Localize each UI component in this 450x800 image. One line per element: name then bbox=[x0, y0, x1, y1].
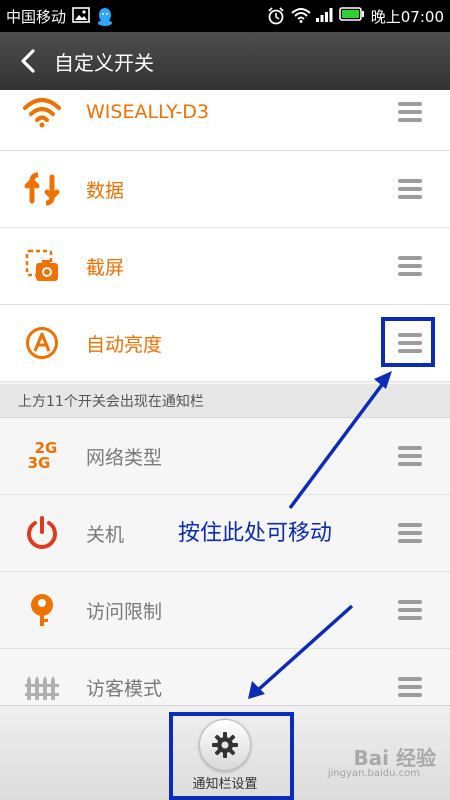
toggle-label: 关机 bbox=[86, 523, 125, 546]
toggle-label: 截屏 bbox=[86, 256, 125, 279]
signal-icon bbox=[315, 7, 333, 25]
back-button[interactable] bbox=[14, 47, 42, 75]
toggle-row-data[interactable]: 数据 bbox=[0, 151, 450, 228]
annotation-text: 按住此处可移动 bbox=[178, 521, 333, 546]
key-icon bbox=[22, 590, 62, 630]
section-caption: 上方11个开关会出现在通知栏 bbox=[0, 384, 450, 418]
title-bar: 自定义开关 bbox=[0, 32, 450, 90]
status-bar: 中国移动 晚上07:00 bbox=[0, 0, 450, 32]
settings-highlight bbox=[169, 712, 294, 800]
toggle-row-access-restriction[interactable]: 访问限制 bbox=[0, 572, 450, 649]
toggle-label: 访客模式 bbox=[86, 677, 163, 700]
drag-handle-icon[interactable] bbox=[398, 102, 422, 122]
watermark-brand: Bai 经验 bbox=[353, 746, 436, 770]
wifi-status-icon bbox=[291, 7, 311, 25]
auto-brightness-icon bbox=[22, 323, 62, 363]
toggle-list: WISEALLY-D3 数据 截屏 自动亮度 上方11个开关会出现在通知栏 2G… bbox=[0, 90, 450, 705]
screenshot-icon bbox=[22, 246, 62, 286]
toggle-label: 网络类型 bbox=[86, 446, 163, 469]
page-title: 自定义开关 bbox=[54, 50, 154, 75]
toggle-label: 自动亮度 bbox=[86, 333, 163, 356]
qq-icon bbox=[96, 7, 114, 26]
toggle-row-wifi[interactable]: WISEALLY-D3 bbox=[0, 90, 450, 151]
image-notification-icon bbox=[72, 7, 90, 25]
toggle-row-guest-mode[interactable]: 访客模式 bbox=[0, 649, 450, 705]
drag-handle-icon[interactable] bbox=[398, 179, 422, 199]
network-badge-3g: 3G bbox=[27, 454, 51, 472]
guest-mode-icon bbox=[22, 667, 62, 705]
drag-handle-icon[interactable] bbox=[398, 677, 422, 697]
drag-handle-icon[interactable] bbox=[398, 446, 422, 466]
battery-icon bbox=[338, 7, 365, 25]
status-time: 晚上07:00 bbox=[370, 7, 444, 26]
power-icon bbox=[22, 513, 62, 553]
toggle-row-network-type[interactable]: 2G 3G 网络类型 bbox=[0, 418, 450, 495]
wifi-icon bbox=[22, 92, 62, 132]
drag-handle-icon[interactable] bbox=[398, 523, 422, 543]
watermark-url: jingyan.baidu.com bbox=[327, 768, 420, 779]
toggle-label: 数据 bbox=[86, 179, 125, 202]
toggle-label: 访问限制 bbox=[86, 600, 163, 623]
network-type-icon: 2G 3G bbox=[22, 436, 62, 476]
carrier-name: 中国移动 bbox=[6, 7, 67, 26]
drag-handle-icon[interactable] bbox=[398, 256, 422, 276]
chevron-left-icon bbox=[21, 49, 35, 73]
drag-handle-icon[interactable] bbox=[398, 600, 422, 620]
toggle-label: WISEALLY-D3 bbox=[86, 101, 210, 123]
drag-handle-highlight bbox=[381, 317, 435, 367]
toggle-row-screenshot[interactable]: 截屏 bbox=[0, 228, 450, 305]
data-icon bbox=[22, 169, 62, 209]
alarm-icon bbox=[267, 7, 285, 25]
